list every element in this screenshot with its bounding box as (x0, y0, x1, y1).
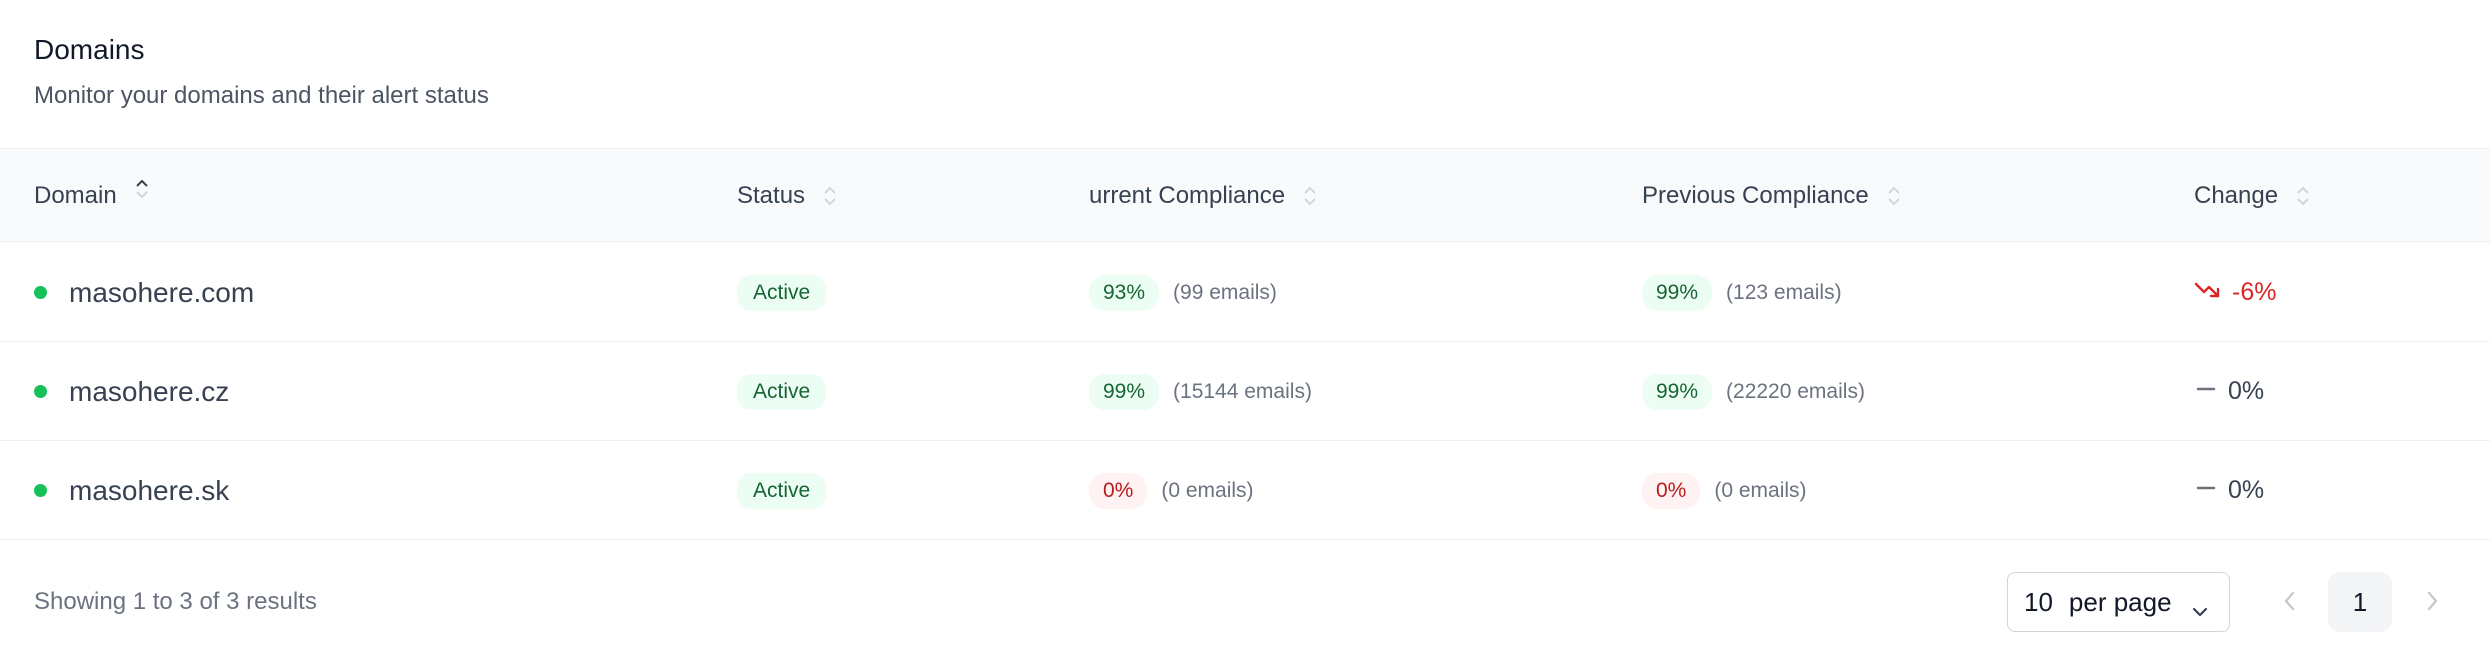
current-compliance-badge: 99% (1089, 373, 1160, 410)
previous-email-count: (123 emails) (1726, 280, 1842, 304)
change-value: 0% (2228, 377, 2265, 405)
column-label: Domain (34, 182, 117, 209)
status-cell: Active (737, 342, 827, 441)
domain-cell: masohere.com (34, 243, 254, 342)
column-header-status[interactable]: Status (737, 149, 839, 243)
status-cell: Active (737, 441, 827, 540)
chevron-down-icon (2191, 595, 2209, 626)
change-cell: 0% (2194, 441, 2264, 540)
previous-compliance-badge: 99% (1642, 274, 1713, 311)
trend-down-icon (2194, 280, 2222, 305)
status-cell: Active (737, 243, 827, 342)
current-compliance-cell: 93% (99 emails) (1089, 243, 1277, 342)
sort-icon (2294, 184, 2312, 208)
column-header-domain[interactable]: Domain (34, 149, 151, 243)
change-cell: -6% (2194, 243, 2276, 342)
previous-compliance-cell: 99% (22220 emails) (1642, 342, 1865, 441)
domain-cell: masohere.sk (34, 441, 229, 540)
table-row[interactable]: masohere.com Active 93% (99 emails) 99% … (0, 243, 2490, 342)
per-page-value: 10 (2024, 586, 2053, 617)
domain-name[interactable]: masohere.cz (69, 376, 229, 408)
current-compliance-badge: 0% (1089, 472, 1148, 509)
column-label: Status (737, 182, 806, 209)
table-row[interactable]: masohere.cz Active 99% (15144 emails) 99… (0, 342, 2490, 441)
per-page-label: per page (2068, 586, 2172, 617)
previous-compliance-badge: 0% (1642, 472, 1701, 509)
sort-asc-icon (133, 177, 151, 201)
page-subtitle: Monitor your domains and their alert sta… (34, 82, 489, 109)
status-dot-icon (34, 286, 47, 299)
current-email-count: (15144 emails) (1173, 379, 1312, 403)
current-email-count: (99 emails) (1173, 280, 1277, 304)
sort-icon (1301, 184, 1319, 208)
chevron-left-icon[interactable] (2280, 586, 2300, 621)
page-title: Domains (34, 34, 145, 65)
column-header-change[interactable]: Change (2194, 149, 2312, 243)
status-dot-icon (34, 484, 47, 497)
results-summary: Showing 1 to 3 of 3 results (34, 588, 317, 615)
current-compliance-badge: 93% (1089, 274, 1160, 311)
domain-name[interactable]: masohere.sk (69, 475, 229, 507)
column-label: urrent Compliance (1089, 182, 1286, 209)
current-email-count: (0 emails) (1161, 478, 1254, 502)
change-value: -6% (2232, 278, 2277, 306)
dash-icon (2194, 478, 2218, 503)
sort-icon (821, 184, 839, 208)
previous-email-count: (0 emails) (1714, 478, 1807, 502)
column-header-current-compliance[interactable]: urrent Compliance (1089, 149, 1319, 243)
per-page-select[interactable]: 10 per page (2007, 572, 2230, 632)
column-label: Previous Compliance (1642, 182, 1869, 209)
column-header-previous-compliance[interactable]: Previous Compliance (1642, 149, 1903, 243)
sort-icon (1885, 184, 1903, 208)
current-compliance-cell: 99% (15144 emails) (1089, 342, 1312, 441)
dash-icon (2194, 379, 2218, 404)
change-cell: 0% (2194, 342, 2264, 441)
table-header: Domain Status urrent Compliance Previous… (0, 148, 2490, 242)
domains-page: Domains Monitor your domains and their a… (0, 0, 2490, 658)
previous-compliance-cell: 0% (0 emails) (1642, 441, 1807, 540)
status-badge: Active (737, 373, 827, 410)
table-row[interactable]: masohere.sk Active 0% (0 emails) 0% (0 e… (0, 441, 2490, 540)
domain-cell: masohere.cz (34, 342, 229, 441)
status-dot-icon (34, 385, 47, 398)
status-badge: Active (737, 472, 827, 509)
column-label: Change (2194, 182, 2279, 209)
previous-compliance-cell: 99% (123 emails) (1642, 243, 1842, 342)
chevron-right-icon[interactable] (2422, 586, 2442, 621)
pagination-page-button[interactable]: 1 (2328, 572, 2392, 632)
previous-compliance-badge: 99% (1642, 373, 1713, 410)
page-header: Domains Monitor your domains and their a… (34, 30, 489, 116)
current-compliance-cell: 0% (0 emails) (1089, 441, 1254, 540)
status-badge: Active (737, 274, 827, 311)
previous-email-count: (22220 emails) (1726, 379, 1865, 403)
change-value: 0% (2228, 476, 2265, 504)
domain-name[interactable]: masohere.com (69, 277, 254, 309)
